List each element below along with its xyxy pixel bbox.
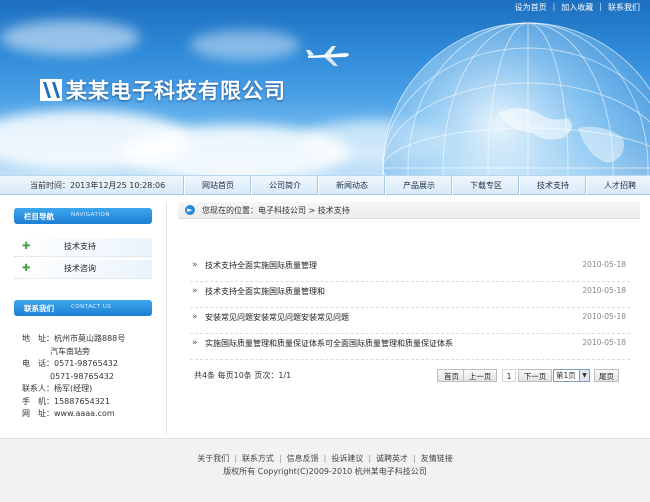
article-title[interactable]: 技术支持全面实施国际质量管理	[205, 260, 317, 271]
prev-page-button[interactable]: 上一页	[463, 369, 497, 382]
add-favorite-link[interactable]: 加入收藏	[561, 2, 593, 13]
double-chevron-icon: »	[192, 286, 198, 296]
sidebar-nav-title: 栏目导航	[24, 212, 54, 221]
double-chevron-icon: »	[192, 312, 198, 322]
footer-link-complaints[interactable]: 投诉建议	[331, 454, 363, 463]
nav-menu: 网站首页 公司简介 新闻动态 产品展示 下载专区 技术支持 人才招聘	[184, 176, 650, 195]
nav-item-products[interactable]: 产品展示	[385, 176, 452, 195]
article-date: 2010-05-18	[582, 260, 626, 269]
set-homepage-link[interactable]: 设为首页	[515, 2, 547, 13]
list-item: » 技术支持全面实施国际质量管理 2010-05-18	[190, 256, 630, 282]
current-page-number: 1	[502, 369, 516, 382]
sidebar-contact-header: 联系我们 CONTACT US	[14, 300, 152, 316]
company-name: 某某电子科技有限公司	[66, 78, 286, 103]
footer-link-contact[interactable]: 联系方式	[242, 454, 274, 463]
footer-link-feedback[interactable]: 信息反馈	[287, 454, 319, 463]
footer-links: 关于我们 | 联系方式 | 信息反馈 | 投诉建议 | 诚聘英才 | 友情链接	[197, 454, 453, 463]
article-title[interactable]: 技术支持全面实施国际质量管理和	[205, 286, 325, 297]
last-page-button[interactable]: 尾页	[594, 369, 619, 382]
contact-us-link[interactable]: 联系我们	[608, 2, 640, 13]
article-date: 2010-05-18	[582, 312, 626, 321]
sidebar-item-support[interactable]: ✚ 技术支持	[14, 238, 152, 257]
footer-link-about[interactable]: 关于我们	[197, 454, 229, 463]
nav-item-news[interactable]: 新闻动态	[318, 176, 385, 195]
contact-person: 杨军(经理)	[54, 384, 93, 393]
mobile-number: 15887654321	[54, 396, 110, 406]
website-link[interactable]: www.aaaa.com	[54, 409, 115, 418]
article-date: 2010-05-18	[582, 286, 626, 295]
site-logo[interactable]: 某某电子科技有限公司	[40, 75, 286, 105]
breadcrumb-text: 您现在的位置：电子科技公司 > 技术支持	[202, 206, 350, 215]
address-line-2: 汽车南站旁	[50, 346, 90, 356]
plus-icon: ✚	[22, 263, 31, 274]
location-arrow-icon: ►	[185, 205, 195, 215]
double-chevron-icon: »	[192, 338, 198, 348]
sidebar-item-label: 技术咨询	[64, 264, 96, 273]
contact-person-label: 联系人：	[22, 384, 54, 393]
website-label: 网 址：	[22, 409, 54, 418]
page-select-value: 第1页	[556, 371, 576, 380]
nav-item-home[interactable]: 网站首页	[184, 176, 251, 195]
nav-item-downloads[interactable]: 下载专区	[452, 176, 519, 195]
article-list: » 技术支持全面实施国际质量管理 2010-05-18 » 技术支持全面实施国际…	[190, 256, 630, 360]
address-line-1: 杭州市莫山路888号	[54, 334, 126, 343]
page-info: 共4条 每页10条 页次：1/1	[194, 371, 292, 380]
chevron-down-icon: ▼	[579, 370, 589, 381]
list-item: » 技术支持全面实施国际质量管理和 2010-05-18	[190, 282, 630, 308]
current-time: 当前时间：2013年12月25 10:28:06	[30, 181, 166, 190]
top-links: 设为首页 | 加入收藏 | 联系我们	[514, 2, 640, 13]
next-page-button[interactable]: 下一页	[518, 369, 552, 382]
plus-icon: ✚	[22, 241, 31, 252]
list-item: » 安装常见问题安装常见问题安装常见问题 2010-05-18	[190, 308, 630, 334]
sidebar-item-consult[interactable]: ✚ 技术咨询	[14, 260, 152, 279]
main-nav-bar: 当前时间：2013年12月25 10:28:06 网站首页 公司简介 新闻动态 …	[0, 175, 650, 195]
breadcrumb: ► 您现在的位置：电子科技公司 > 技术支持	[178, 202, 640, 219]
airplane-icon	[306, 46, 349, 66]
nav-item-jobs[interactable]: 人才招聘	[586, 176, 650, 195]
footer-link-friends[interactable]: 友情链接	[421, 454, 453, 463]
list-item: » 实施国际质量管理和质量保证体系可全面国际质量管理和质量保证体系 2010-0…	[190, 334, 630, 360]
first-page-button[interactable]: 首页	[437, 369, 466, 382]
copyright: 版权所有 Copyright(C)2009-2010 杭州某电子科技公司	[223, 467, 427, 476]
phone-2: 0571-98765432	[50, 371, 114, 381]
logo-mark-icon	[40, 79, 62, 101]
article-title[interactable]: 实施国际质量管理和质量保证体系可全面国际质量管理和质量保证体系	[205, 338, 453, 349]
page-select[interactable]: 第1页 ▼	[553, 369, 590, 382]
mobile-label: 手 机：	[22, 396, 54, 406]
column-divider	[166, 203, 167, 435]
article-title[interactable]: 安装常见问题安装常见问题安装常见问题	[205, 312, 349, 323]
article-date: 2010-05-18	[582, 338, 626, 347]
sidebar-contact-title: 联系我们	[24, 304, 54, 313]
sidebar-nav-header: 栏目导航 NAVIGATION	[14, 208, 152, 224]
contact-info: 地 址：杭州市莫山路888号 汽车南站旁 电 话：0571-98765432 0…	[22, 333, 162, 421]
footer: 关于我们 | 联系方式 | 信息反馈 | 投诉建议 | 诚聘英才 | 友情链接 版权所有 Copyr…	[0, 438, 650, 502]
nav-item-support[interactable]: 技术支持	[519, 176, 586, 195]
footer-link-jobs[interactable]: 诚聘英才	[376, 454, 408, 463]
double-chevron-icon: »	[192, 260, 198, 270]
header-banner: 设为首页 | 加入收藏 | 联系我们 某某电子科技有限公司	[0, 0, 650, 175]
nav-item-about[interactable]: 公司简介	[251, 176, 318, 195]
phone-1: 0571-98765432	[54, 359, 118, 368]
phone-label: 电 话：	[22, 359, 54, 368]
sidebar-contact-title-en: CONTACT US	[71, 304, 112, 310]
globe-graphic	[382, 22, 650, 175]
address-label: 地 址：	[22, 334, 54, 343]
sidebar-nav-title-en: NAVIGATION	[71, 212, 110, 218]
sidebar-item-label: 技术支持	[64, 242, 96, 251]
